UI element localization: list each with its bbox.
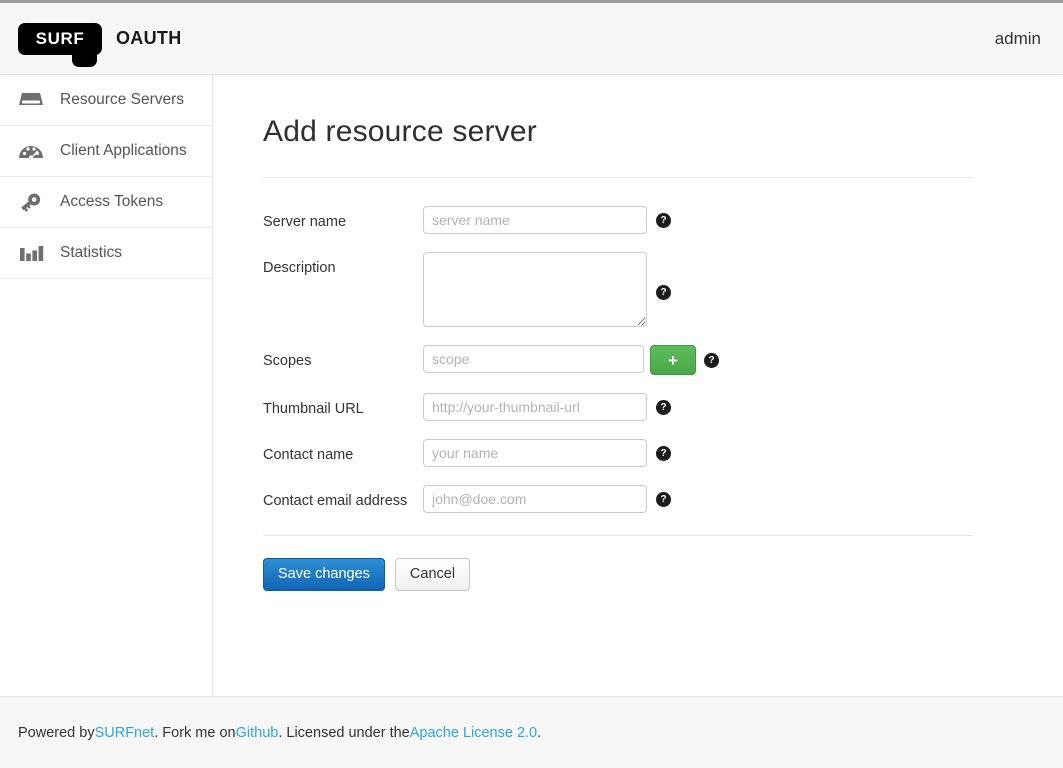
label-scopes: Scopes [263, 353, 312, 369]
footer-mid-1: . Fork me on [154, 724, 236, 741]
sidebar-item-statistics[interactable]: Statistics [0, 228, 212, 279]
sidebar-nav: Resource Servers Client Applications Acc… [0, 75, 213, 696]
cancel-button[interactable]: Cancel [394, 558, 471, 592]
field-area-scopes: + ? [423, 345, 719, 375]
thumbnail-url-input[interactable] [423, 393, 647, 421]
form-row-server-name: Server name ? [263, 206, 973, 234]
server-icon [16, 88, 46, 112]
sidebar-item-resource-servers[interactable]: Resource Servers [0, 75, 212, 126]
sidebar-item-access-tokens[interactable]: Access Tokens [0, 177, 212, 228]
surf-logo-tab-icon [72, 45, 97, 67]
add-scope-button[interactable]: + [650, 345, 696, 375]
save-changes-button[interactable]: Save changes [263, 558, 385, 592]
footer-link-surfnet[interactable]: SURFnet [95, 725, 155, 741]
footer-prefix: Powered by [18, 724, 95, 741]
body-row: Resource Servers Client Applications Acc… [0, 75, 1063, 696]
footer-link-github[interactable]: Github [236, 725, 279, 741]
help-icon-contact-name[interactable]: ? [656, 446, 671, 461]
server-name-input[interactable] [423, 206, 647, 234]
field-area-description: ? [423, 252, 671, 327]
sidebar-item-label: Resource Servers [60, 91, 185, 108]
app-root: SURF OAUTH admin Resource Servers Client… [0, 0, 1063, 768]
help-icon-description[interactable]: ? [656, 285, 671, 300]
form-row-scopes: Scopes + ? [263, 345, 973, 375]
footer-mid-2: . Licensed under the [278, 724, 410, 741]
label-contact-name: Contact name [263, 447, 354, 463]
contact-name-input[interactable] [423, 439, 647, 467]
form-row-contact-name: Contact name ? [263, 439, 973, 467]
form-row-thumbnail-url: Thumbnail URL ? [263, 393, 973, 421]
form-row-contact-email: Contact email address ? [263, 485, 973, 513]
app-header: SURF OAUTH admin [0, 0, 1063, 75]
field-area-contact-name: ? [423, 439, 671, 467]
field-area-contact-email: ? [423, 485, 671, 513]
form-row-description: Description ? [263, 252, 973, 327]
sidebar-item-client-applications[interactable]: Client Applications [0, 126, 212, 177]
field-area-server-name: ? [423, 206, 671, 234]
title-divider [263, 177, 973, 178]
contact-email-input[interactable] [423, 485, 647, 513]
form-container: Add resource server Server name ? Descri… [213, 75, 1023, 631]
label-description: Description [263, 260, 336, 276]
page-title: Add resource server [263, 115, 537, 148]
help-icon-thumbnail-url[interactable]: ? [656, 400, 671, 415]
main-content: Add resource server Server name ? Descri… [213, 75, 1063, 696]
label-thumbnail-url: Thumbnail URL [263, 401, 364, 417]
oauth-wordmark: OAUTH [116, 28, 182, 48]
bar-chart-icon [16, 241, 46, 265]
scope-input[interactable] [423, 345, 644, 373]
footer-suffix: . [537, 724, 542, 741]
sidebar-item-label: Client Applications [60, 142, 187, 159]
form-actions: Save changes Cancel [263, 558, 973, 631]
sidebar-item-label: Statistics [60, 244, 123, 261]
key-icon [16, 190, 46, 214]
help-icon-server-name[interactable]: ? [656, 213, 671, 228]
footer-link-license[interactable]: Apache License 2.0 [410, 725, 537, 741]
actions-divider [263, 535, 973, 536]
dashboard-gauge-icon [16, 139, 46, 163]
brand-logo[interactable]: SURF OAUTH [18, 17, 182, 67]
label-contact-email: Contact email address [263, 493, 408, 509]
description-textarea[interactable] [423, 252, 647, 327]
field-area-thumbnail-url: ? [423, 393, 671, 421]
current-user-label[interactable]: admin [995, 29, 1041, 49]
sidebar-item-label: Access Tokens [60, 193, 164, 210]
help-icon-contact-email[interactable]: ? [656, 492, 671, 507]
help-icon-scopes[interactable]: ? [704, 353, 719, 368]
app-footer: Powered by SURFnet. Fork me on Github. L… [0, 696, 1063, 768]
label-server-name: Server name [263, 214, 347, 230]
surf-logo-text: SURF [35, 29, 85, 48]
surf-logo-mark: SURF [18, 22, 102, 67]
